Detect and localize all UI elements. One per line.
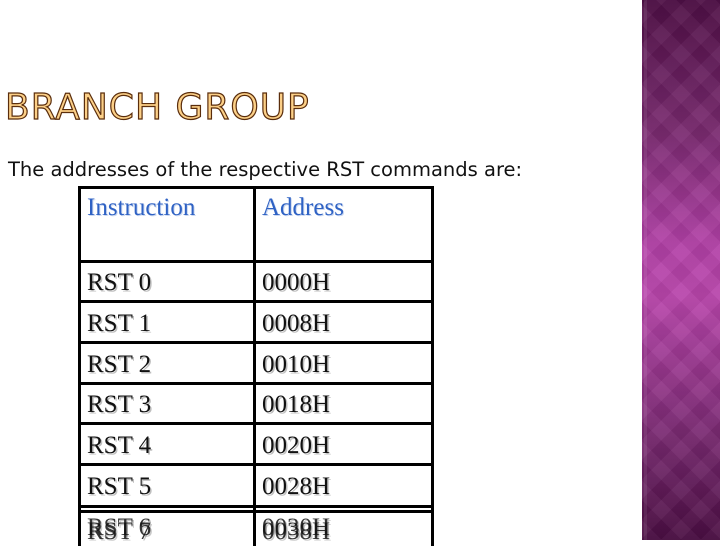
- cell-instruction: RST 0: [87, 269, 152, 296]
- cell-address: 0038H: [262, 518, 331, 545]
- decorative-side-panel: [642, 0, 720, 540]
- cell-address: 0010H: [262, 351, 331, 378]
- header-divider: [81, 260, 431, 263]
- row-divider: [81, 510, 431, 513]
- rst-address-table: Instruction Address RST 0 0000H RST 1 00…: [78, 186, 434, 546]
- slide-title: BRANCH GROUP: [4, 86, 310, 128]
- cell-instruction: RST 2: [87, 351, 152, 378]
- header-address: Address: [262, 194, 344, 221]
- cell-address: 0018H: [262, 391, 331, 418]
- cell-address: 0028H: [262, 473, 331, 500]
- cell-address: 0008H: [262, 310, 331, 337]
- row-divider: [81, 341, 431, 344]
- cell-instruction: RST 7: [87, 518, 152, 545]
- row-divider: [81, 463, 431, 466]
- row-divider: [81, 382, 431, 385]
- row-divider: [81, 300, 431, 303]
- header-instruction: Instruction: [87, 194, 196, 221]
- cell-address: 0020H: [262, 432, 331, 459]
- slide-subtitle: The addresses of the respective RST comm…: [8, 158, 523, 181]
- row-divider: [81, 505, 431, 508]
- cell-instruction: RST 1: [87, 310, 152, 337]
- cell-instruction: RST 4: [87, 432, 152, 459]
- row-divider: [81, 422, 431, 425]
- column-divider: [253, 189, 256, 546]
- cell-address: 0000H: [262, 269, 331, 296]
- cell-instruction: RST 5: [87, 473, 152, 500]
- cell-instruction: RST 3: [87, 391, 152, 418]
